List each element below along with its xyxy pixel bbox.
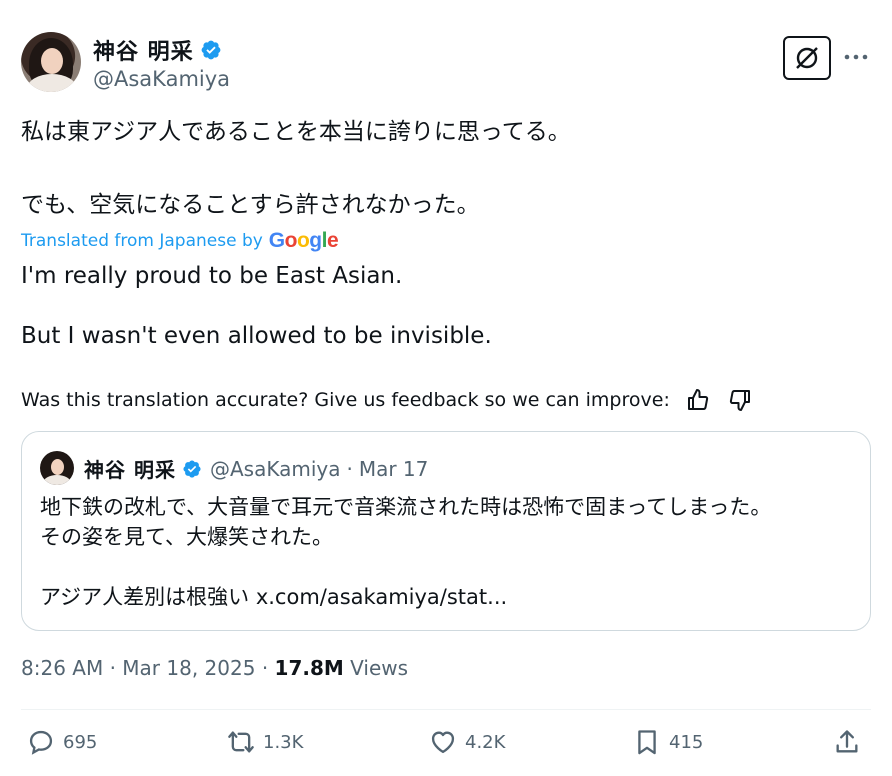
repost-button[interactable]: 1.3K bbox=[227, 728, 303, 756]
like-button[interactable]: 4.2K bbox=[429, 728, 505, 756]
translated-label: Translated from Japanese by bbox=[21, 231, 263, 251]
verified-badge-icon bbox=[183, 459, 201, 478]
views-count: 17.8M bbox=[274, 656, 344, 680]
quoted-separator: · bbox=[346, 456, 353, 481]
bookmark-count: 415 bbox=[669, 731, 704, 753]
quoted-blank-line bbox=[40, 552, 850, 582]
author-handle[interactable]: @AsaKamiya bbox=[93, 67, 230, 91]
more-dots-icon bbox=[844, 54, 868, 60]
thumbs-down-icon bbox=[729, 390, 750, 411]
thumbs-down-button[interactable] bbox=[726, 386, 754, 414]
quoted-body: 地下鉄の改札で、大音量で耳元で音楽流された時は恐怖で固まってしまった。 その姿を… bbox=[40, 492, 850, 612]
bookmark-button[interactable]: 415 bbox=[633, 728, 703, 756]
tweet-text-en-line2: But I wasn't even allowed to be invisibl… bbox=[21, 323, 492, 349]
quoted-line1: 地下鉄の改札で、大音量で耳元で音楽流された時は恐怖で固まってしまった。 bbox=[40, 495, 772, 519]
quoted-header: 神谷 明采 @AsaKamiya · Mar 17 bbox=[84, 454, 428, 483]
quoted-avatar bbox=[40, 451, 74, 485]
like-count: 4.2K bbox=[465, 731, 506, 753]
views-label: Views bbox=[350, 656, 409, 680]
tweet-header: 神谷 明采 @AsaKamiya bbox=[21, 32, 871, 96]
author-name-row: 神谷 明采 bbox=[93, 34, 222, 66]
tweet-text-jp-line2: でも、空気になることすら許されなかった。 bbox=[21, 192, 480, 218]
translated-by: Translated from Japanese by Google bbox=[21, 229, 339, 253]
views-separator: · bbox=[261, 656, 275, 680]
share-button[interactable] bbox=[833, 728, 869, 756]
reply-button[interactable]: 695 bbox=[27, 728, 97, 756]
verified-badge-icon bbox=[201, 40, 221, 60]
grok-button[interactable] bbox=[783, 36, 831, 80]
timestamp-separator: · bbox=[109, 656, 123, 680]
tweet-timestamp: 8:26 AM · Mar 18, 2025 · 17.8M Views bbox=[21, 656, 408, 680]
thumbs-up-icon bbox=[687, 389, 708, 410]
reply-count: 695 bbox=[63, 731, 98, 753]
more-options-button[interactable] bbox=[843, 44, 869, 70]
quoted-date: Mar 17 bbox=[358, 456, 429, 481]
quoted-line2: その姿を見て、大爆笑された。 bbox=[40, 525, 333, 549]
quoted-display-name: 神谷 明采 bbox=[84, 458, 176, 482]
avatar[interactable] bbox=[21, 32, 81, 92]
bookmark-icon bbox=[638, 730, 656, 755]
share-icon bbox=[836, 730, 858, 753]
grok-icon bbox=[796, 47, 818, 69]
quoted-handle: @AsaKamiya bbox=[209, 456, 341, 481]
quoted-line3: アジア人差別は根強い x.com/asakamiya/stat... bbox=[40, 585, 508, 609]
tweet-text-en-line1: I'm really proud to be East Asian. bbox=[21, 263, 403, 289]
feedback-prompt: Was this translation accurate? Give us f… bbox=[21, 389, 670, 411]
repost-count: 1.3K bbox=[263, 731, 304, 753]
google-logo: Google bbox=[268, 229, 339, 252]
author-display-name[interactable]: 神谷 明采 bbox=[93, 34, 194, 66]
tweet-time[interactable]: 8:26 AM bbox=[21, 656, 103, 680]
tweet-text-jp-line1: 私は東アジア人であることを本当に誇りに思ってる。 bbox=[21, 119, 571, 145]
divider bbox=[21, 709, 871, 710]
tweet-date[interactable]: Mar 18, 2025 bbox=[122, 656, 255, 680]
translation-feedback: Was this translation accurate? Give us f… bbox=[21, 386, 754, 414]
action-bar: 695 1.3K 4.2K 415 bbox=[21, 728, 871, 764]
reply-icon bbox=[29, 730, 53, 755]
thumbs-up-button[interactable] bbox=[684, 386, 712, 414]
heart-icon bbox=[431, 731, 455, 754]
repost-icon bbox=[228, 731, 254, 753]
quoted-tweet[interactable]: 神谷 明采 @AsaKamiya · Mar 17 地下鉄の改札で、大音量で耳元… bbox=[21, 431, 871, 631]
